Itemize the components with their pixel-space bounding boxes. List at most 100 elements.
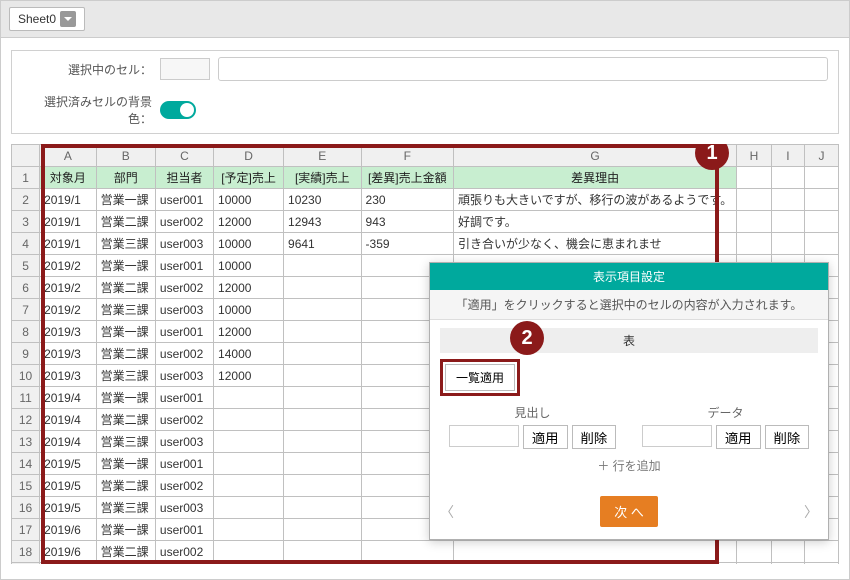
cell[interactable]: 2019/2 xyxy=(40,299,97,321)
cell[interactable] xyxy=(284,365,362,387)
cell[interactable]: 2019/3 xyxy=(40,321,97,343)
cell[interactable] xyxy=(284,387,362,409)
col-header[interactable]: A xyxy=(40,145,97,167)
col-header[interactable]: E xyxy=(284,145,362,167)
cell[interactable] xyxy=(737,189,772,211)
cell[interactable]: 2019/2 xyxy=(40,277,97,299)
cell[interactable]: 10000 xyxy=(214,299,284,321)
cell[interactable]: 好調です。 xyxy=(454,211,737,233)
cell[interactable] xyxy=(805,211,839,233)
apply-list-button[interactable]: 一覧適用 xyxy=(445,364,515,391)
row-header[interactable]: 16 xyxy=(12,497,40,519)
cell[interactable]: 10230 xyxy=(284,189,362,211)
cell[interactable] xyxy=(214,453,284,475)
formula-bar[interactable] xyxy=(218,57,828,81)
cell[interactable]: 2019/3 xyxy=(40,343,97,365)
data-header-cell[interactable]: 差異理由 xyxy=(454,167,737,189)
row-header[interactable]: 3 xyxy=(12,211,40,233)
cell[interactable]: 2019/1 xyxy=(40,189,97,211)
cell[interactable]: 営業二課 xyxy=(96,541,155,563)
col-header[interactable]: C xyxy=(155,145,213,167)
col-header[interactable]: F xyxy=(361,145,453,167)
cell[interactable]: 2019/4 xyxy=(40,387,97,409)
row-header[interactable]: 5 xyxy=(12,255,40,277)
cell[interactable] xyxy=(214,387,284,409)
cell[interactable]: user001 xyxy=(155,519,213,541)
cell[interactable]: user002 xyxy=(155,409,213,431)
cell[interactable] xyxy=(805,233,839,255)
col-header[interactable]: H xyxy=(737,145,772,167)
cell[interactable] xyxy=(771,211,804,233)
col-header[interactable]: I xyxy=(771,145,804,167)
row-header[interactable]: 15 xyxy=(12,475,40,497)
cell[interactable]: 14000 xyxy=(214,343,284,365)
cell[interactable]: 営業三課 xyxy=(96,497,155,519)
cell[interactable]: user002 xyxy=(155,343,213,365)
cell[interactable]: user001 xyxy=(155,453,213,475)
cell[interactable]: 2019/5 xyxy=(40,497,97,519)
cell[interactable]: 営業一課 xyxy=(96,255,155,277)
cell[interactable]: 10000 xyxy=(214,189,284,211)
cell[interactable] xyxy=(771,189,804,211)
add-row-button[interactable]: ＋ 行を追加 xyxy=(440,449,818,482)
cell[interactable] xyxy=(284,497,362,519)
cell[interactable] xyxy=(96,563,155,565)
cell[interactable]: 2019/2 xyxy=(40,255,97,277)
cell[interactable]: 営業三課 xyxy=(96,233,155,255)
cell[interactable] xyxy=(805,563,839,565)
cell[interactable]: user001 xyxy=(155,321,213,343)
cell[interactable] xyxy=(284,475,362,497)
cell[interactable] xyxy=(361,541,453,563)
cell[interactable] xyxy=(284,541,362,563)
cell[interactable] xyxy=(737,541,772,563)
cell[interactable]: 営業二課 xyxy=(96,409,155,431)
cell[interactable]: user003 xyxy=(155,431,213,453)
cell[interactable]: 営業二課 xyxy=(96,211,155,233)
row-header[interactable]: 17 xyxy=(12,519,40,541)
row-header[interactable]: 12 xyxy=(12,409,40,431)
cell[interactable] xyxy=(284,409,362,431)
data-header-cell[interactable]: 担当者 xyxy=(155,167,213,189)
col-header[interactable]: J xyxy=(805,145,839,167)
next-button[interactable]: 次 へ xyxy=(600,496,658,527)
chevron-left-icon[interactable]: 〈 xyxy=(440,502,454,522)
cell[interactable]: 9641 xyxy=(284,233,362,255)
cell[interactable] xyxy=(284,255,362,277)
cell[interactable] xyxy=(361,563,453,565)
chevron-down-icon[interactable] xyxy=(60,11,76,27)
chevron-right-icon[interactable]: 〉 xyxy=(804,502,818,522)
cell[interactable]: 2019/5 xyxy=(40,453,97,475)
cell[interactable]: 営業二課 xyxy=(96,343,155,365)
cell[interactable]: user001 xyxy=(155,189,213,211)
row-header[interactable]: 7 xyxy=(12,299,40,321)
cell[interactable] xyxy=(214,497,284,519)
cell[interactable] xyxy=(214,431,284,453)
cell[interactable]: user003 xyxy=(155,497,213,519)
cell[interactable]: user002 xyxy=(155,211,213,233)
row-header[interactable]: 6 xyxy=(12,277,40,299)
cell[interactable]: 営業一課 xyxy=(96,189,155,211)
cell[interactable]: 営業一課 xyxy=(96,453,155,475)
cell[interactable]: user003 xyxy=(155,233,213,255)
cell[interactable] xyxy=(284,299,362,321)
row-header[interactable]: 13 xyxy=(12,431,40,453)
row-header[interactable]: 9 xyxy=(12,343,40,365)
data-header-cell[interactable]: 対象月 xyxy=(40,167,97,189)
cell[interactable]: 営業二課 xyxy=(96,475,155,497)
cell[interactable]: 230 xyxy=(361,189,453,211)
row-header[interactable]: 14 xyxy=(12,453,40,475)
cell[interactable] xyxy=(771,167,804,189)
cell[interactable] xyxy=(454,541,737,563)
cell[interactable] xyxy=(771,563,804,565)
row-header[interactable]: 1 xyxy=(12,167,40,189)
apply-button[interactable]: 適用 xyxy=(716,425,761,449)
cell[interactable]: 営業一課 xyxy=(96,387,155,409)
cell[interactable]: 2019/3 xyxy=(40,365,97,387)
row-header[interactable]: 10 xyxy=(12,365,40,387)
cell[interactable] xyxy=(40,563,97,565)
cell[interactable]: 10000 xyxy=(214,255,284,277)
row-header[interactable]: 18 xyxy=(12,541,40,563)
row-header[interactable]: 8 xyxy=(12,321,40,343)
cell[interactable] xyxy=(214,519,284,541)
cell[interactable]: -359 xyxy=(361,233,453,255)
